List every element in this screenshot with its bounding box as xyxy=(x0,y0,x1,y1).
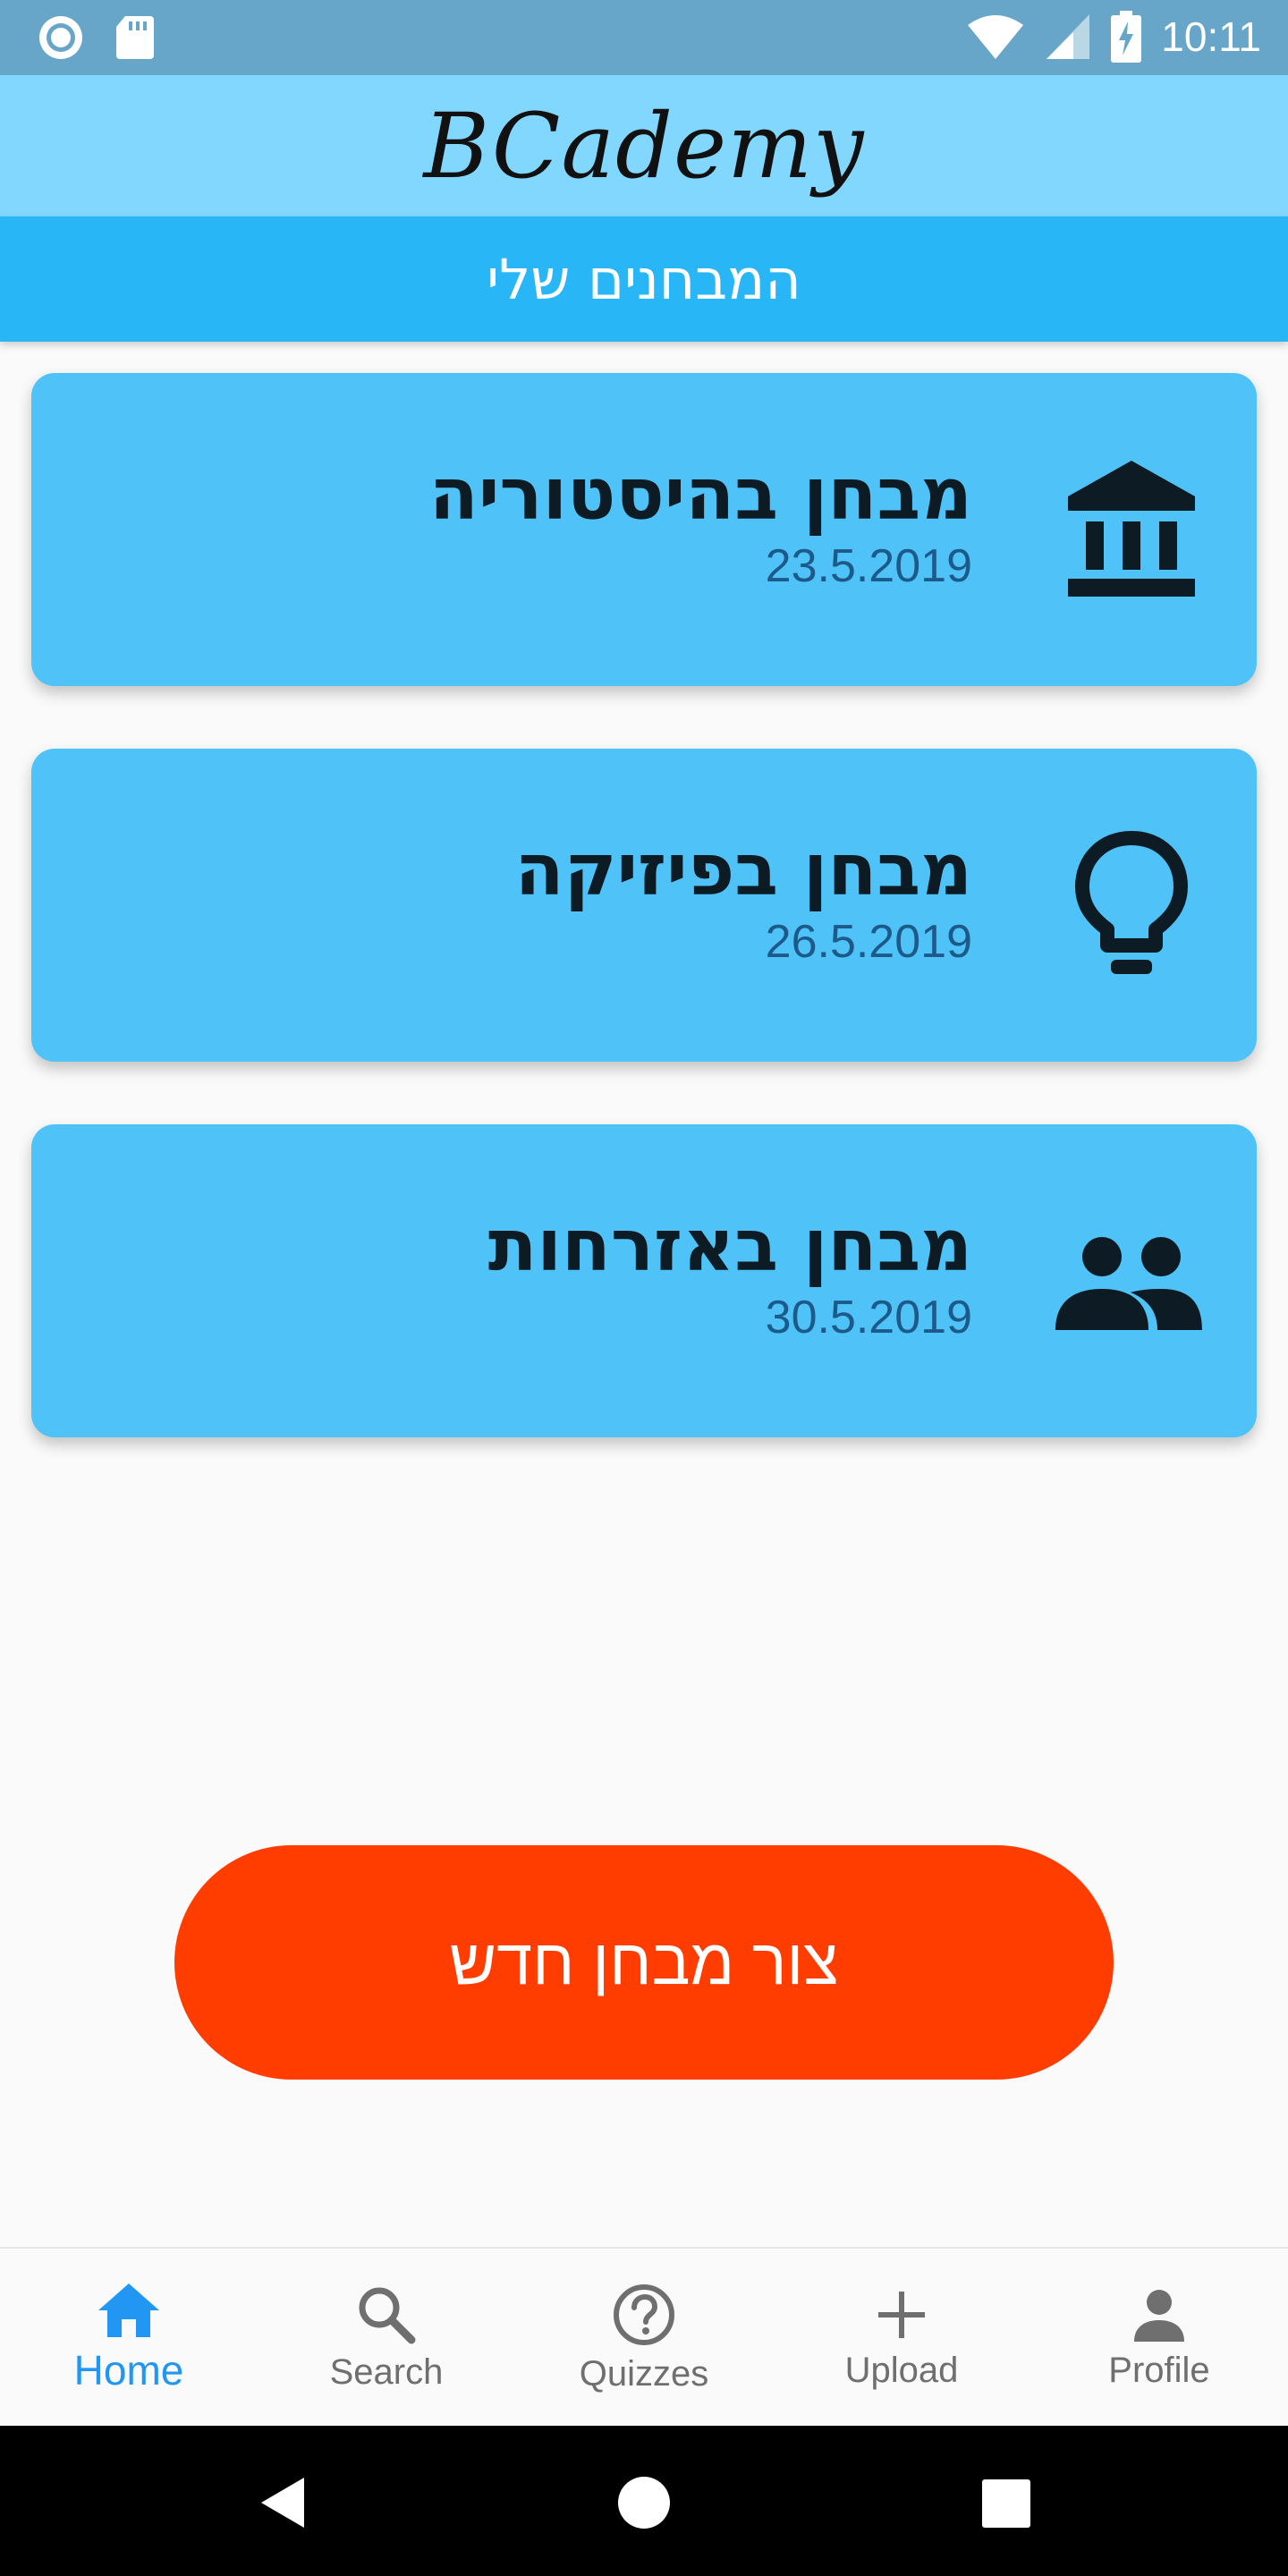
status-right-icons: 10:11 xyxy=(966,11,1261,63)
status-left-icons xyxy=(36,13,156,63)
system-navigation-bar xyxy=(0,2426,1288,2576)
quiz-date: 30.5.2019 xyxy=(765,1292,972,1343)
quiz-card[interactable]: מבחן בפיזיקה 26.5.2019 xyxy=(31,749,1257,1062)
museum-icon xyxy=(1068,461,1195,597)
nav-item-upload[interactable]: Upload xyxy=(773,2249,1030,2428)
battery-charging-icon xyxy=(1111,11,1142,63)
create-quiz-button[interactable]: צור מבחן חדש xyxy=(174,1845,1114,2080)
signal-icon xyxy=(1046,14,1090,59)
wifi-icon xyxy=(968,15,1024,59)
quiz-card-text: מבחן באזרחות 30.5.2019 xyxy=(488,1207,972,1344)
bottom-navigation: Home Search Quizzes Upload Profile xyxy=(0,2247,1288,2426)
quiz-title: מבחן בהיסטוריה xyxy=(428,453,972,536)
circle-indicator-icon xyxy=(39,16,82,59)
status-bar: 10:11 xyxy=(0,0,1288,75)
quiz-date: 26.5.2019 xyxy=(765,916,972,968)
search-icon xyxy=(359,2287,416,2343)
nav-label: Quizzes xyxy=(579,2353,709,2394)
quiz-title: מבחן בפיזיקה xyxy=(514,828,972,911)
home-icon xyxy=(98,2284,159,2337)
help-circle-icon xyxy=(614,2284,674,2345)
people-icon xyxy=(1055,1237,1202,1330)
quiz-card-text: מבחן בהיסטוריה 23.5.2019 xyxy=(429,455,972,593)
create-quiz-button-label: צור מבחן חדש xyxy=(449,1927,839,1998)
recents-icon[interactable] xyxy=(982,2479,1030,2528)
app-bar: BCademy xyxy=(0,75,1288,216)
nav-label: Profile xyxy=(1108,2350,1210,2390)
lightbulb-icon xyxy=(1075,831,1188,974)
quiz-date: 23.5.2019 xyxy=(765,540,972,592)
nav-label: Home xyxy=(73,2347,184,2394)
page-header: המבחנים שלי xyxy=(0,216,1288,342)
nav-label: Upload xyxy=(844,2350,959,2390)
nav-item-quizzes[interactable]: Quizzes xyxy=(515,2249,773,2428)
quiz-card[interactable]: מבחן באזרחות 30.5.2019 xyxy=(31,1124,1257,1437)
quiz-card-text: מבחן בפיזיקה 26.5.2019 xyxy=(515,831,972,969)
quiz-title: מבחן באזרחות xyxy=(487,1204,972,1287)
nav-item-home[interactable]: Home xyxy=(0,2249,258,2428)
nav-item-profile[interactable]: Profile xyxy=(1030,2249,1288,2428)
page-title: המבחנים שלי xyxy=(487,246,801,312)
nav-label: Search xyxy=(329,2351,444,2392)
app-brand-logo: BCademy xyxy=(423,93,865,199)
plus-icon xyxy=(878,2291,925,2338)
person-icon xyxy=(1134,2289,1184,2342)
back-icon[interactable] xyxy=(258,2476,308,2529)
nav-item-search[interactable]: Search xyxy=(258,2249,515,2428)
sd-card-icon xyxy=(116,16,154,59)
status-time: 10:11 xyxy=(1161,13,1261,60)
quiz-card[interactable]: מבחן בהיסטוריה 23.5.2019 xyxy=(31,373,1257,686)
home-button-icon[interactable] xyxy=(617,2476,671,2529)
